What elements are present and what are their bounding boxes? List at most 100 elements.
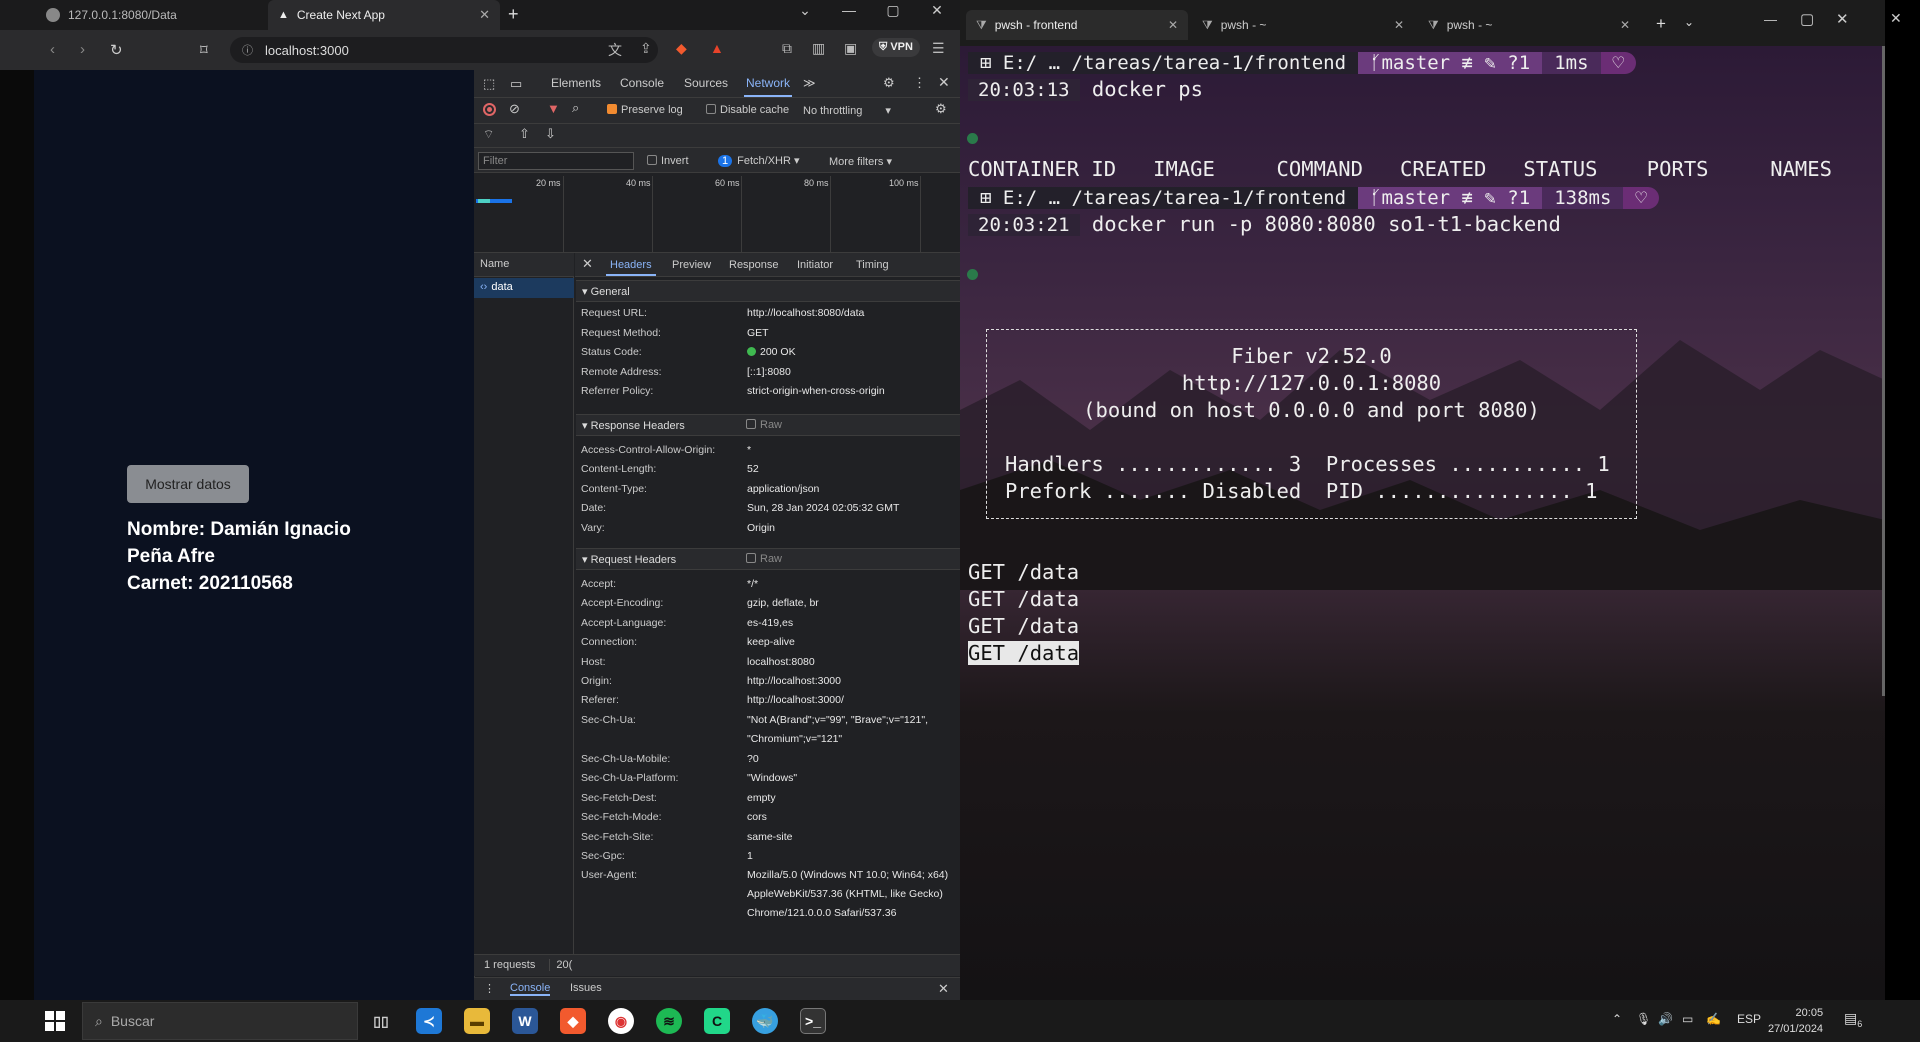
maximize-button[interactable]: ▢ [1800, 10, 1814, 28]
close-devtools-icon[interactable]: ✕ [938, 74, 950, 91]
close-tab-icon[interactable]: ✕ [479, 7, 490, 23]
import-har-icon[interactable]: ⇧ [519, 126, 530, 142]
record-icon[interactable] [483, 103, 496, 116]
brave-shield-icon[interactable]: ◆ [676, 40, 687, 57]
clear-icon[interactable]: ⊘ [509, 101, 520, 117]
close-drawer-icon[interactable]: ✕ [938, 981, 949, 997]
tab-list-icon[interactable]: ⌄ [785, 2, 825, 19]
vscode-icon[interactable]: ≺ [416, 1008, 442, 1034]
docker-icon[interactable]: 🐳 [752, 1008, 778, 1034]
search-icon[interactable]: ⌕ [572, 100, 579, 116]
terminal-tab-frontend[interactable]: ⧩ pwsh - frontend ✕ [966, 10, 1188, 40]
terminal-tab-home-2[interactable]: ⧩ pwsh - ~ ✕ [1418, 10, 1640, 40]
menu-icon[interactable]: ☰ [932, 40, 945, 57]
file-explorer-icon[interactable]: ▬ [464, 1008, 490, 1034]
name-column-header[interactable]: Name [474, 253, 574, 277]
browser-tab-data[interactable]: 127.0.0.1:8080/Data [36, 0, 266, 30]
word-icon[interactable]: W [512, 1008, 538, 1034]
share-icon[interactable]: ⇪ [640, 40, 652, 57]
more-tabs-icon[interactable]: ≫ [803, 76, 816, 90]
tray-overflow-icon[interactable]: ⌃ [1612, 1012, 1622, 1026]
filter-input[interactable]: Filter [478, 152, 634, 170]
reload-icon[interactable]: ↻ [110, 41, 123, 59]
raw-toggle[interactable]: Raw [746, 553, 782, 565]
chevron-down-icon[interactable]: ⌄ [1684, 15, 1694, 29]
response-headers-section-header[interactable]: ▾ Response Headers Raw [576, 414, 960, 436]
tab-initiator[interactable]: Initiator [797, 259, 833, 271]
device-toolbar-icon[interactable]: ▭ [510, 76, 522, 92]
browser-tab-next-app[interactable]: ▲ Create Next App ✕ [268, 0, 500, 30]
back-icon[interactable]: ‹ [50, 41, 55, 58]
brave-icon[interactable]: ◆ [560, 1008, 586, 1034]
language-indicator[interactable]: ESP [1737, 1012, 1761, 1026]
pen-icon[interactable]: ✍ [1706, 1012, 1721, 1026]
close-window-button[interactable]: ✕ [1836, 10, 1849, 28]
tab-elements[interactable]: Elements [551, 76, 601, 90]
drawer-tab-issues[interactable]: Issues [570, 982, 602, 994]
extensions-icon[interactable]: ⧉ [782, 40, 792, 57]
terminal-tab-home-1[interactable]: ⧩ pwsh - ~ ✕ [1192, 10, 1414, 40]
more-filters-select[interactable]: More filters ▾ [829, 155, 892, 168]
minimize-button[interactable]: — [829, 2, 869, 18]
close-detail-icon[interactable]: ✕ [582, 256, 593, 272]
drawer-tab-console[interactable]: Console [510, 982, 551, 996]
network-conditions-icon[interactable]: ⌔ [483, 127, 494, 142]
notifications-icon[interactable]: ▤6 [1844, 1010, 1862, 1029]
network-icon[interactable]: ▭ [1682, 1012, 1693, 1026]
windows-start-icon[interactable] [44, 1010, 66, 1032]
close-tab-icon[interactable]: ✕ [1620, 18, 1630, 32]
vpn-button[interactable]: ⛨ VPN [872, 38, 920, 57]
terminal-icon[interactable]: >_ [800, 1008, 826, 1034]
close-window-button[interactable]: ✕ [1890, 10, 1902, 27]
tab-response[interactable]: Response [729, 259, 779, 271]
close-tab-icon[interactable]: ✕ [1168, 18, 1178, 32]
prompt-clock: 20:03:21 [968, 214, 1080, 236]
close-window-button[interactable]: ✕ [917, 2, 957, 19]
inspect-icon[interactable]: ⬚ [483, 76, 495, 92]
request-row[interactable]: ‹› data [474, 278, 574, 298]
log-line: GET /data [968, 641, 1080, 665]
sidebar-icon[interactable]: ▥ [812, 40, 825, 57]
prompt-line-1: ⊞ E:/ … /tareas/tarea-1/frontend ᚶmaster… [968, 50, 1636, 75]
new-terminal-tab-button[interactable]: + [1656, 14, 1666, 34]
tab-headers[interactable]: Headers [606, 259, 656, 276]
tab-console[interactable]: Console [620, 76, 664, 90]
tab-timing[interactable]: Timing [856, 259, 889, 271]
microphone-icon[interactable]: 🎙 [1636, 1012, 1651, 1026]
close-tab-icon[interactable]: ✕ [1394, 18, 1404, 32]
invert-checkbox[interactable]: Invert [647, 155, 689, 167]
network-settings-icon[interactable]: ⚙ [935, 101, 947, 117]
maximize-button[interactable]: ▢ [873, 2, 913, 19]
jetbrains-icon[interactable]: C [704, 1008, 730, 1034]
preserve-log-checkbox[interactable]: Preserve log [607, 104, 683, 116]
translate-icon[interactable]: 文 [608, 40, 622, 60]
kebab-menu-icon[interactable]: ⋮ [913, 75, 926, 91]
export-har-icon[interactable]: ⇩ [545, 126, 556, 142]
mostrar-datos-button[interactable]: Mostrar datos [127, 465, 249, 503]
raw-toggle[interactable]: Raw [746, 419, 782, 431]
bookmark-icon[interactable]: ⌑ [200, 41, 208, 59]
address-bar[interactable]: ⓘ localhost:3000 [230, 37, 658, 63]
general-section-header[interactable]: ▾ General [576, 280, 960, 302]
wallet-icon[interactable]: ▣ [844, 40, 857, 57]
throttling-select[interactable]: No throttling ▾ [803, 104, 891, 117]
chrome-icon[interactable]: ◉ [608, 1008, 634, 1034]
tab-network[interactable]: Network [743, 76, 793, 97]
task-view-icon[interactable]: ▯▯ [368, 1008, 394, 1034]
spotify-icon[interactable]: ≋ [656, 1008, 682, 1034]
taskbar-clock[interactable]: 20:05 27/01/2024 [1768, 1005, 1823, 1037]
new-tab-button[interactable]: + [508, 4, 519, 25]
minimize-button[interactable]: — [1764, 12, 1777, 27]
taskbar-search[interactable]: ⌕ Buscar [82, 1002, 358, 1040]
brave-rewards-icon[interactable]: ▲ [710, 40, 724, 56]
settings-gear-icon[interactable]: ⚙ [883, 75, 895, 91]
forward-icon[interactable]: › [80, 41, 85, 58]
tab-preview[interactable]: Preview [672, 259, 711, 271]
request-type-select[interactable]: 1 Fetch/XHR ▾ [718, 154, 800, 167]
tab-sources[interactable]: Sources [684, 76, 728, 90]
drawer-menu-icon[interactable]: ⋮ [484, 982, 495, 995]
disable-cache-checkbox[interactable]: Disable cache [706, 104, 789, 116]
request-headers-section-header[interactable]: ▾ Request Headers Raw [576, 548, 960, 570]
volume-icon[interactable]: 🔊 [1658, 1012, 1673, 1026]
filter-icon[interactable]: ▼ [547, 101, 560, 116]
